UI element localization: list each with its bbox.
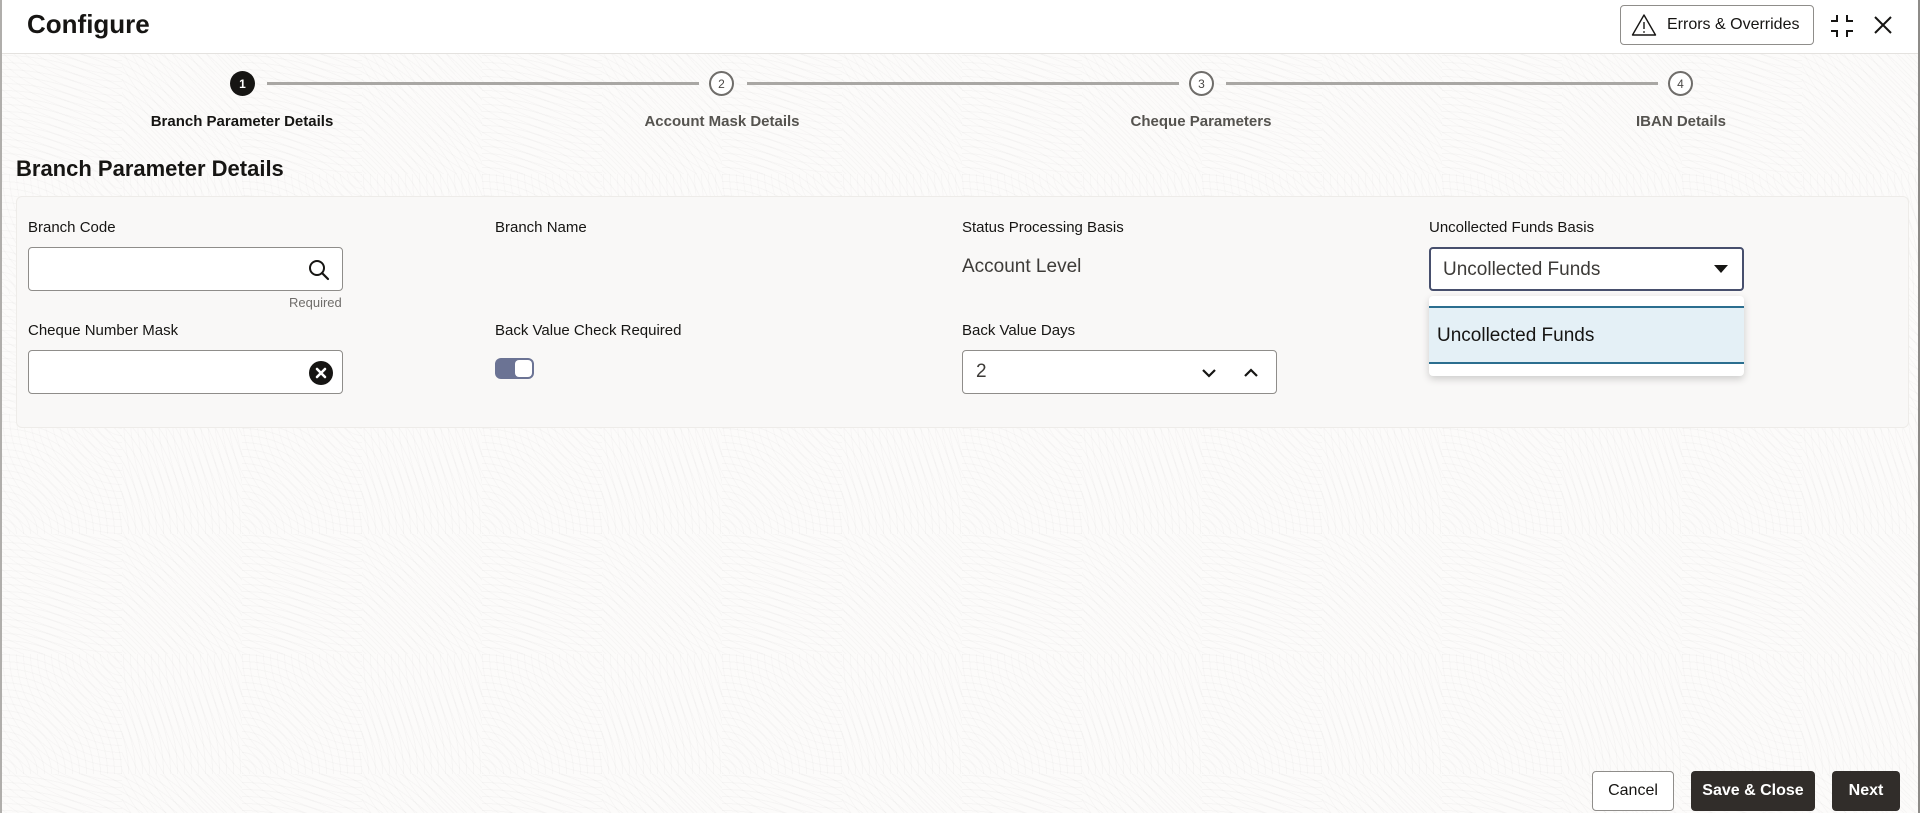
warning-icon [1631,14,1657,36]
train-step-1-number: 1 [239,76,246,91]
train-step-1-label[interactable]: Branch Parameter Details [151,113,334,130]
chevron-down-icon[interactable] [1197,361,1221,385]
errors-overrides-button[interactable]: Errors & Overrides [1620,5,1814,45]
cheque-number-mask-field[interactable] [28,350,343,394]
status-processing-basis-label: Status Processing Basis [962,219,1124,236]
caret-down-icon [1714,265,1728,273]
dialog-header: Configure Errors & Overrides [2,0,1918,54]
dropdown-option[interactable]: Uncollected Funds [1429,306,1744,364]
train-step-2[interactable]: 2 [709,71,734,96]
compress-icon[interactable] [1828,12,1856,40]
save-close-button[interactable]: Save & Close [1691,771,1815,811]
uncollected-funds-basis-select[interactable]: Uncollected Funds [1429,247,1744,291]
toggle-knob [515,360,532,377]
cheque-number-mask-label: Cheque Number Mask [28,322,179,339]
branch-code-required: Required [289,295,342,310]
cheque-number-mask-input[interactable] [29,351,342,393]
errors-overrides-label: Errors & Overrides [1667,16,1800,33]
dialog-title: Configure [27,9,150,39]
status-processing-basis-value: Account Level [962,256,1082,277]
train-connector-1 [267,82,699,85]
back-value-check-label: Back Value Check Required [495,322,682,339]
back-value-days-label: Back Value Days [962,322,1076,339]
back-value-days-input[interactable] [963,351,1163,393]
configure-dialog: Configure Errors & Overrides 1 2 3 4 Bra… [0,0,1920,813]
close-icon[interactable] [1870,12,1896,38]
uncollected-funds-basis-value: Uncollected Funds [1443,259,1601,280]
train-step-3-label[interactable]: Cheque Parameters [1131,113,1272,130]
back-value-check-toggle[interactable] [495,358,534,379]
clear-icon[interactable] [309,361,333,385]
background-pattern [2,54,1918,813]
uncollected-funds-basis-listbox: Uncollected Funds [1429,296,1744,376]
next-button[interactable]: Next [1832,771,1900,811]
uncollected-funds-basis-label: Uncollected Funds Basis [1429,219,1595,236]
branch-code-label: Branch Code [28,219,116,236]
train-step-4-number: 4 [1677,76,1684,91]
chevron-up-icon[interactable] [1239,361,1263,385]
cancel-button[interactable]: Cancel [1592,771,1674,811]
section-title: Branch Parameter Details [16,156,284,181]
train-connector-2 [747,82,1179,85]
branch-name-label: Branch Name [495,219,587,236]
train-step-1[interactable]: 1 [230,71,255,96]
train-step-4-label[interactable]: IBAN Details [1636,113,1726,130]
train-step-2-label[interactable]: Account Mask Details [644,113,799,130]
train-step-2-number: 2 [718,76,725,91]
back-value-days-stepper[interactable] [962,350,1277,394]
train-step-3-number: 3 [1198,76,1205,91]
branch-code-field[interactable] [28,247,343,291]
branch-code-input[interactable] [29,248,342,290]
search-icon[interactable] [307,258,331,282]
train-step-4[interactable]: 4 [1668,71,1693,96]
train-connector-3 [1226,82,1658,85]
train-step-3[interactable]: 3 [1189,71,1214,96]
